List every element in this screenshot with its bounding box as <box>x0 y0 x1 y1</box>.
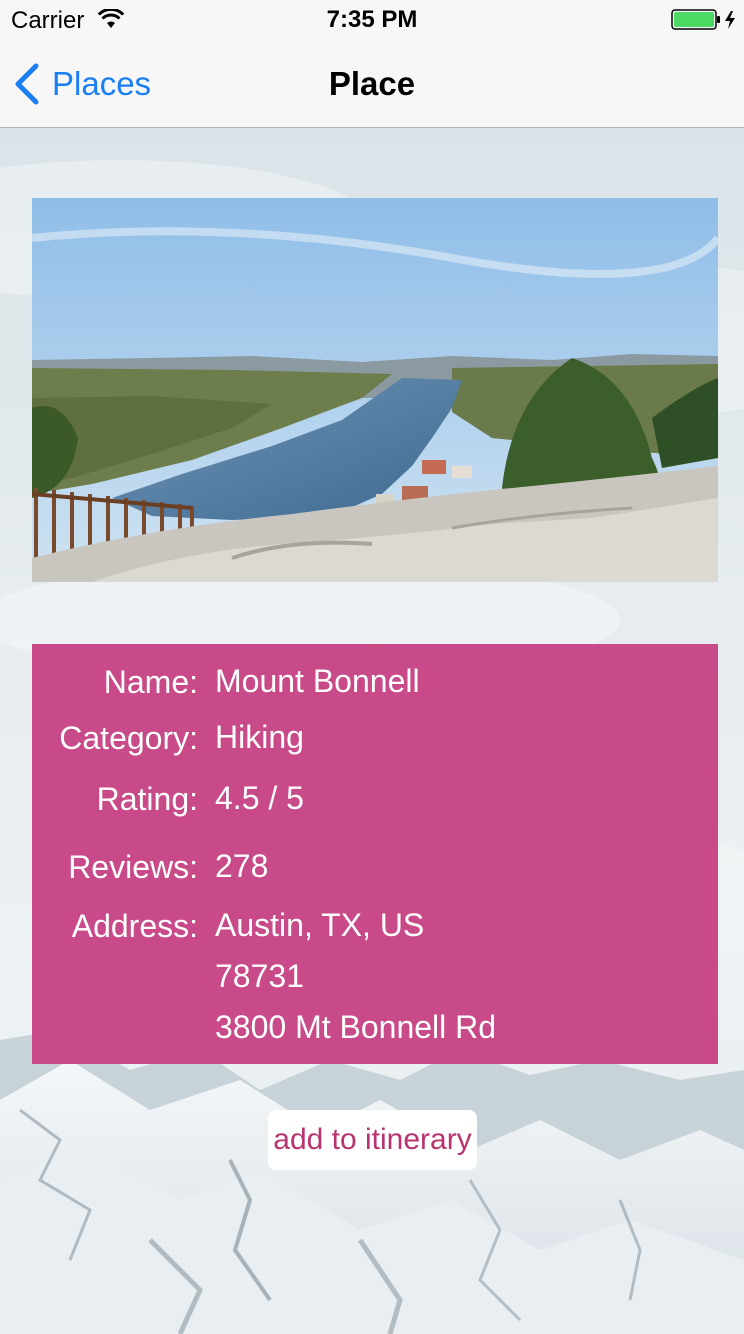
add-to-itinerary-button[interactable]: add to itinerary <box>268 1110 477 1170</box>
address-line-1: Austin, TX, US <box>215 907 425 943</box>
rating-value: 4.5 / 5 <box>215 780 304 816</box>
back-button-label: Places <box>52 65 152 102</box>
category-label: Category: <box>59 720 198 756</box>
address-line-2: 78731 <box>215 958 304 994</box>
battery-icon <box>671 9 735 30</box>
address-line-3: 3800 Mt Bonnell Rd <box>215 1009 497 1045</box>
status-bar: Carrier 7:35 PM <box>0 0 744 40</box>
reviews-value: 278 <box>215 848 269 884</box>
place-details-card: Name: Mount Bonnell Category: Hiking Rat… <box>32 644 718 1064</box>
address-value: Austin, TX, US 78731 3800 Mt Bonnell Rd <box>215 900 705 1053</box>
reviews-label: Reviews: <box>68 849 198 885</box>
navigation-bar: Place Places <box>0 40 744 128</box>
place-photo <box>32 198 718 582</box>
address-label: Address: <box>71 908 198 944</box>
back-button[interactable]: Places <box>12 62 151 106</box>
place-photo-image <box>32 198 718 582</box>
category-value: Hiking <box>215 719 304 755</box>
chevron-left-icon <box>15 63 39 105</box>
name-label: Name: <box>103 664 198 700</box>
rating-label: Rating: <box>96 781 198 817</box>
clock: 7:35 PM <box>326 6 418 33</box>
name-value: Mount Bonnell <box>215 663 420 699</box>
